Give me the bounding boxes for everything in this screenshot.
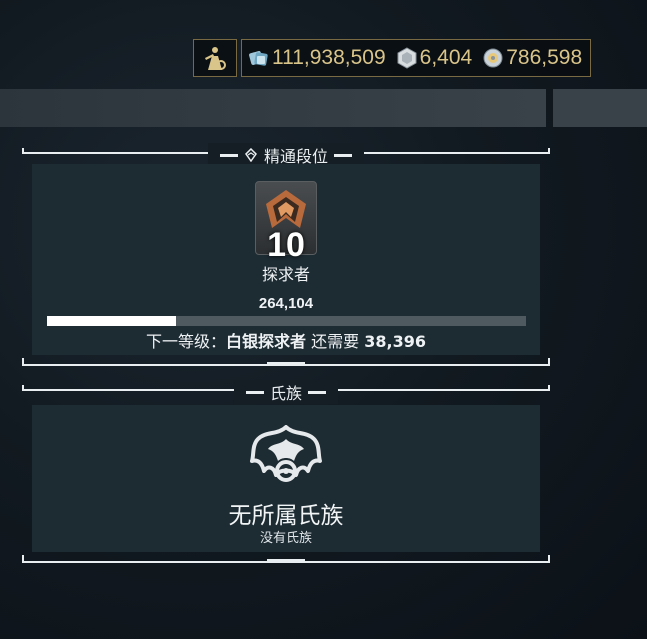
next-rank-name: 白银探求者 bbox=[226, 332, 307, 351]
platinum-amount: 6,404 bbox=[396, 46, 473, 70]
rank-number: 10 bbox=[267, 226, 305, 264]
platinum-value: 6,404 bbox=[419, 46, 473, 69]
endo-value: 786,598 bbox=[506, 46, 583, 69]
mastery-section-footer bbox=[22, 358, 550, 368]
syndicate-figure-icon bbox=[205, 47, 226, 70]
endo-amount: 786,598 bbox=[482, 46, 582, 70]
xp-value: 264,104 bbox=[258, 295, 314, 312]
currency-bar: 111,938,509 6,404 786,598 bbox=[193, 39, 592, 79]
clan-section-title: 氏族 bbox=[269, 384, 303, 403]
next-rank-prefix: 下一等级： bbox=[146, 332, 227, 351]
clan-panel: 无所属氏族 没有氏族 bbox=[32, 405, 540, 552]
xp-progress-fill bbox=[47, 316, 177, 326]
xp-progress-bar bbox=[47, 316, 526, 326]
clan-name: 无所属氏族 bbox=[228, 503, 344, 529]
next-rank-remaining: 38,396 bbox=[364, 332, 426, 351]
next-rank-mid: 还需要 bbox=[306, 332, 365, 351]
mastery-panel: 10 探求者 264,104 下一等级：白银探求者 还需要 38,396 bbox=[32, 164, 540, 355]
tab-strip-right bbox=[553, 89, 647, 127]
tab-strip bbox=[0, 89, 546, 127]
profile-icon-button[interactable] bbox=[193, 39, 237, 77]
credits-amount: 111,938,509 bbox=[248, 46, 386, 70]
mastery-rank-icon bbox=[245, 148, 257, 162]
rank-name: 探求者 bbox=[261, 265, 310, 284]
next-rank-line: 下一等级：白银探求者 还需要 38,396 bbox=[32, 328, 540, 352]
mastery-section-header: 精通段位 bbox=[22, 143, 550, 167]
clan-subtitle: 没有氏族 bbox=[259, 531, 312, 546]
currency-values: 111,938,509 6,404 786,598 bbox=[241, 39, 592, 77]
clan-title-wrap: 氏族 bbox=[233, 380, 339, 404]
credits-value: 111,938,509 bbox=[272, 46, 386, 69]
clan-emblem-icon bbox=[250, 425, 322, 482]
endo-icon bbox=[483, 48, 503, 68]
clan-section-header: 氏族 bbox=[22, 380, 550, 404]
clan-section-footer bbox=[22, 555, 550, 565]
platinum-icon bbox=[397, 47, 417, 69]
credits-icon bbox=[249, 51, 268, 66]
